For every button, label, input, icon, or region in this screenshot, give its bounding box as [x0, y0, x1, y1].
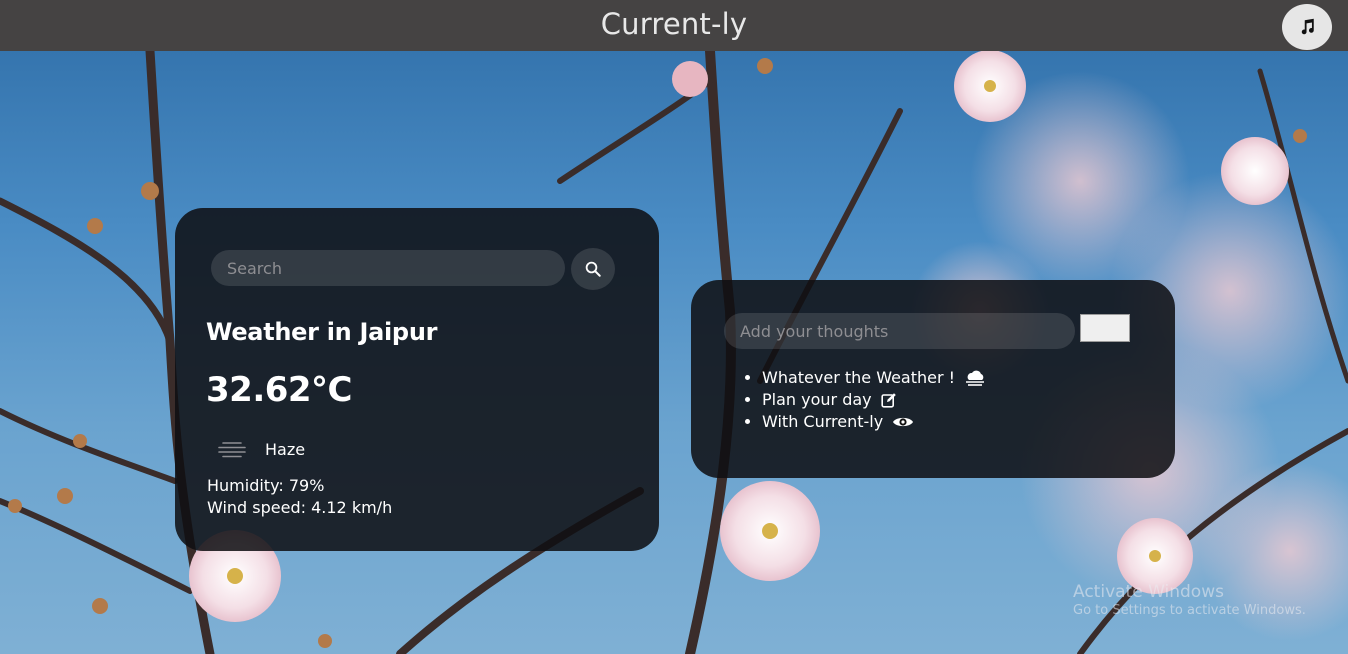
humidity: Humidity: 79%: [207, 476, 325, 495]
search-button[interactable]: [571, 248, 615, 290]
app-title: Current-ly: [600, 7, 748, 41]
top-bar: Current-ly: [0, 0, 1348, 51]
city-heading: Weather in Jaipur: [206, 318, 438, 346]
activate-windows-watermark: Activate Windows Go to Settings to activ…: [1073, 582, 1306, 618]
search-icon: [585, 261, 601, 277]
watermark-title: Activate Windows: [1073, 582, 1224, 602]
thought-text: Whatever the Weather !: [762, 368, 956, 387]
thoughts-card: Whatever the Weather ! Plan your day Wit…: [691, 280, 1175, 478]
list-item: Whatever the Weather !: [762, 367, 986, 389]
music-note-icon: [1301, 18, 1314, 35]
weather-condition: Haze: [265, 440, 306, 459]
wind-speed: Wind speed: 4.12 km/h: [207, 498, 393, 517]
cloud-sun-icon: [966, 370, 985, 386]
music-button[interactable]: [1282, 4, 1332, 50]
weather-card: Weather in Jaipur 32.62°C Haze Humidity:…: [175, 208, 659, 551]
edit-icon: [881, 393, 896, 408]
eye-icon: [893, 417, 914, 427]
thought-text: With Current-ly: [762, 412, 884, 431]
add-thought-button[interactable]: [1080, 314, 1130, 342]
thoughts-list: Whatever the Weather ! Plan your day Wit…: [762, 367, 986, 433]
thoughts-input[interactable]: [724, 313, 1075, 349]
list-item: With Current-ly: [762, 411, 986, 433]
temperature: 32.62°C: [206, 370, 353, 410]
thought-text: Plan your day: [762, 390, 872, 409]
list-item: Plan your day: [762, 389, 986, 411]
search-input[interactable]: [211, 250, 565, 286]
watermark-subtitle: Go to Settings to activate Windows.: [1073, 603, 1306, 618]
haze-icon: [218, 442, 246, 458]
